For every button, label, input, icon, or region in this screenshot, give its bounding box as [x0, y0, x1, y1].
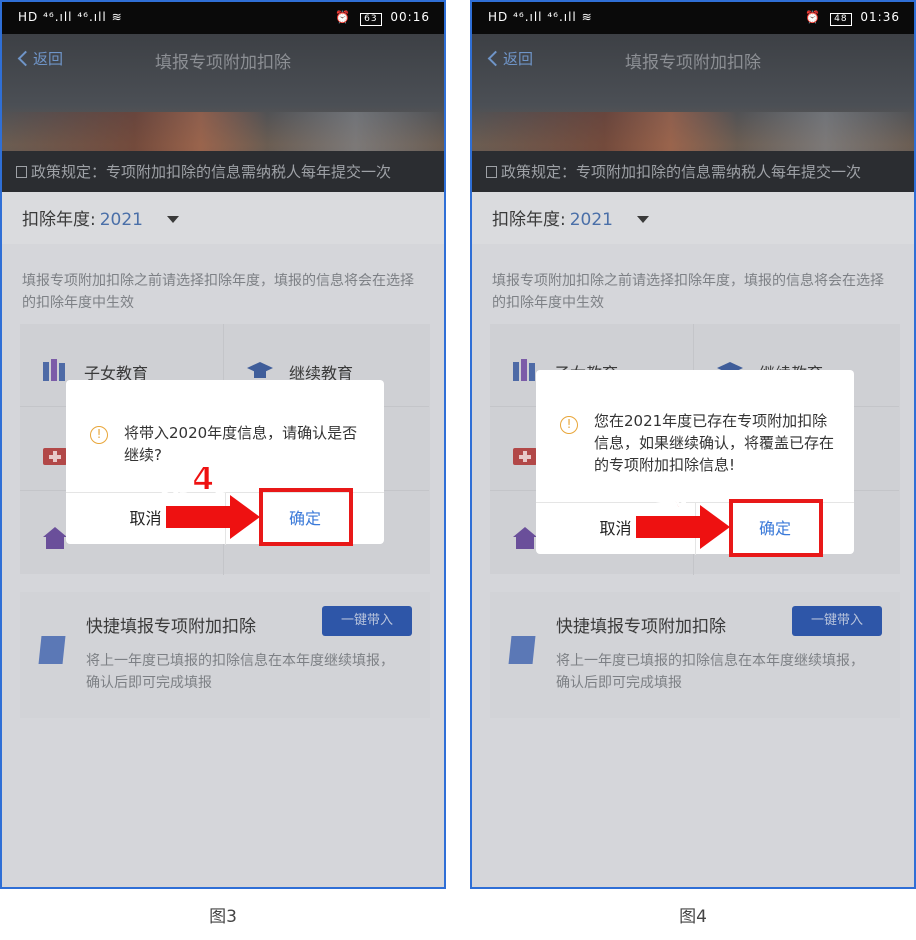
- quick-fill-card: 快捷填报专项附加扣除 一键带入 将上一年度已填报的扣除信息在本年度继续填报，确认…: [490, 592, 900, 718]
- dropdown-arrow-icon: [167, 216, 179, 223]
- clock: 01:36: [860, 10, 900, 24]
- books-icon: [513, 359, 535, 381]
- status-right: ⏰ 63 00:16: [335, 10, 430, 26]
- header-banner-image: [2, 112, 444, 152]
- one-click-import-button[interactable]: 一键带入: [792, 606, 882, 636]
- status-bar: HD ⁴⁶.ıll ⁴⁶.ıll ≋ ⏰ 63 00:16: [2, 2, 444, 34]
- speaker-icon: [16, 166, 27, 178]
- description-text: 填报专项附加扣除之前请选择扣除年度，填报的信息将会在选择的扣除年度中生效: [22, 273, 414, 311]
- quick-fill-title: 快捷填报专项附加扣除: [556, 617, 726, 637]
- figure-caption-3: 图3: [209, 907, 237, 927]
- year-label: 扣除年度:: [22, 210, 96, 230]
- status-right: ⏰ 48 01:36: [805, 10, 900, 26]
- page-title: 填报专项附加扣除: [625, 53, 761, 73]
- medical-kit-icon: [513, 448, 537, 465]
- year-value: 2021: [569, 210, 613, 230]
- policy-notice: 政策规定：专项附加扣除的信息需纳税人每年提交一次: [2, 151, 444, 192]
- step-annotation: 或: [653, 475, 687, 515]
- pointer-arrow: [166, 495, 260, 539]
- year-selector[interactable]: 扣除年度: 2021: [472, 192, 914, 244]
- quick-fill-card: 快捷填报专项附加扣除 一键带入 将上一年度已填报的扣除信息在本年度继续填报，确认…: [20, 592, 430, 718]
- battery-icon: 63: [360, 13, 382, 26]
- house-icon: [513, 527, 537, 549]
- phone-screen-4: HD ⁴⁶.ıll ⁴⁶.ıll ≋ ⏰ 48 01:36 返回 填报专项附加扣…: [470, 0, 916, 889]
- signal-indicators: HD ⁴⁶.ıll ⁴⁶.ıll ≋: [488, 10, 593, 24]
- warning-icon: !: [90, 426, 108, 444]
- year-label: 扣除年度:: [492, 210, 566, 230]
- description-text: 填报专项附加扣除之前请选择扣除年度，填报的信息将会在选择的扣除年度中生效: [492, 273, 884, 311]
- dropdown-arrow-icon: [637, 216, 649, 223]
- phone-screen-3: HD ⁴⁶.ıll ⁴⁶.ıll ≋ ⏰ 63 00:16 返回 填报专项附加扣…: [0, 0, 446, 889]
- edit-document-icon: [38, 636, 66, 664]
- warning-icon: !: [560, 416, 578, 434]
- page-header: 返回 填报专项附加扣除 政策规定：专项附加扣除的信息需纳税人每年提交一次: [2, 34, 444, 192]
- one-click-import-button[interactable]: 一键带入: [322, 606, 412, 636]
- status-bar: HD ⁴⁶.ıll ⁴⁶.ıll ≋ ⏰ 48 01:36: [472, 2, 914, 34]
- alarm-icon: ⏰: [805, 10, 822, 24]
- step-annotation: 第4步: [159, 459, 247, 499]
- quick-fill-description: 将上一年度已填报的扣除信息在本年度继续填报，确认后即可完成填报: [556, 653, 864, 691]
- highlight-box: [729, 499, 823, 557]
- dialog-message: 您在2021年度已存在专项附加扣除信息，如果继续确认，将覆盖已存在的专项附加扣除…: [594, 412, 835, 474]
- clock: 00:16: [390, 10, 430, 24]
- medical-kit-icon: [43, 448, 67, 465]
- speaker-icon: [486, 166, 497, 178]
- figure-caption-4: 图4: [679, 907, 707, 927]
- books-icon: [43, 359, 65, 381]
- battery-icon: 48: [830, 13, 852, 26]
- quick-fill-title: 快捷填报专项附加扣除: [86, 617, 256, 637]
- signal-indicators: HD ⁴⁶.ıll ⁴⁶.ıll ≋: [18, 10, 123, 24]
- house-icon: [43, 527, 67, 549]
- page-title: 填报专项附加扣除: [155, 53, 291, 73]
- year-selector[interactable]: 扣除年度: 2021: [2, 192, 444, 244]
- edit-document-icon: [508, 636, 536, 664]
- year-value: 2021: [99, 210, 143, 230]
- alarm-icon: ⏰: [335, 10, 352, 24]
- policy-notice: 政策规定：专项附加扣除的信息需纳税人每年提交一次: [472, 151, 914, 192]
- header-banner-image: [472, 112, 914, 152]
- highlight-box: [259, 488, 353, 546]
- quick-fill-description: 将上一年度已填报的扣除信息在本年度继续填报，确认后即可完成填报: [86, 653, 394, 691]
- page-header: 返回 填报专项附加扣除 政策规定：专项附加扣除的信息需纳税人每年提交一次: [472, 34, 914, 192]
- graduation-cap-icon: [247, 362, 273, 378]
